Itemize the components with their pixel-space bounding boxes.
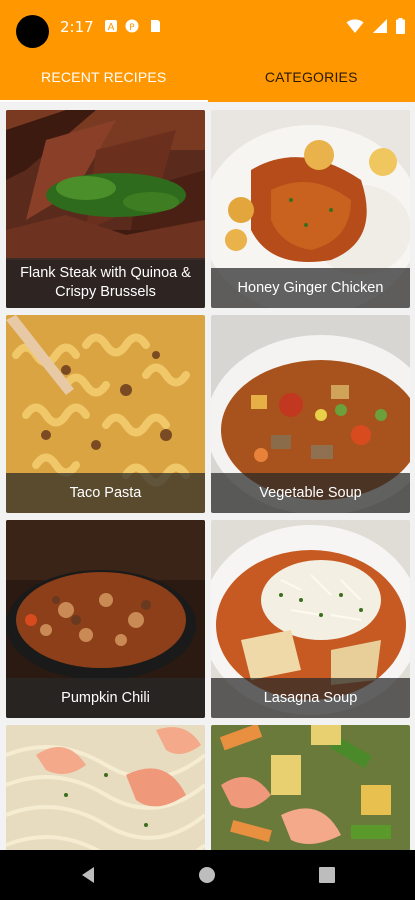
wifi-icon xyxy=(346,19,364,33)
back-icon[interactable] xyxy=(78,865,98,885)
recipe-card-7[interactable] xyxy=(6,725,205,850)
recipe-card-honey-ginger-chicken[interactable]: Honey Ginger Chicken xyxy=(211,110,410,308)
recipe-card-pumpkin-chili[interactable]: Pumpkin Chili xyxy=(6,520,205,718)
recipe-grid: Flank Steak with Quinoa & Crispy Brussel… xyxy=(0,102,415,850)
app-bar: 2:17 A P RECENT RECIPES CATEGORIES xyxy=(0,0,415,102)
recents-icon[interactable] xyxy=(317,865,337,885)
notification-a-icon: A xyxy=(105,20,117,33)
system-nav-bar xyxy=(0,850,415,900)
avatar xyxy=(16,15,49,48)
status-time: 2:17 xyxy=(60,18,94,36)
recipe-card-8[interactable] xyxy=(211,725,410,850)
recipe-title: Pumpkin Chili xyxy=(6,678,205,718)
recipe-title: Flank Steak with Quinoa & Crispy Brussel… xyxy=(6,258,205,308)
svg-text:A: A xyxy=(108,22,115,33)
status-bar: 2:17 A P xyxy=(0,0,415,52)
tab-recent-recipes[interactable]: RECENT RECIPES xyxy=(0,52,208,102)
svg-text:P: P xyxy=(129,23,135,33)
sd-card-icon xyxy=(151,20,160,32)
status-icons xyxy=(346,16,405,36)
signal-icon xyxy=(373,19,387,33)
tab-bar: RECENT RECIPES CATEGORIES xyxy=(0,52,415,102)
recipe-title: Taco Pasta xyxy=(6,473,205,513)
recipe-card-flank-steak[interactable]: Flank Steak with Quinoa & Crispy Brussel… xyxy=(6,110,205,308)
tab-categories[interactable]: CATEGORIES xyxy=(208,52,415,102)
recipe-card-taco-pasta[interactable]: Taco Pasta xyxy=(6,315,205,513)
recipe-card-vegetable-soup[interactable]: Vegetable Soup xyxy=(211,315,410,513)
recipe-title: Vegetable Soup xyxy=(211,473,410,513)
recipe-title: Honey Ginger Chicken xyxy=(211,268,410,308)
recipe-image xyxy=(6,725,205,850)
notification-p-icon: P xyxy=(125,19,139,33)
recipe-title: Lasagna Soup xyxy=(211,678,410,718)
recipe-image xyxy=(211,725,410,850)
recipe-card-lasagna-soup[interactable]: Lasagna Soup xyxy=(211,520,410,718)
battery-icon xyxy=(396,18,405,34)
home-icon[interactable] xyxy=(197,865,217,885)
